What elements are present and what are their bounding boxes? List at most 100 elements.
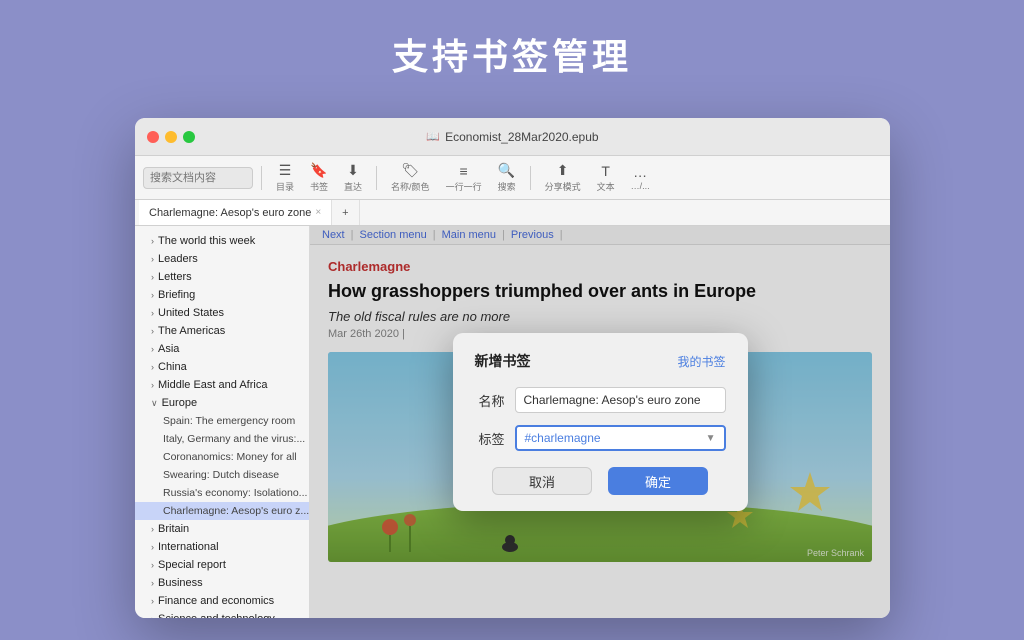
sidebar-item-mideast[interactable]: › Middle East and Africa — [135, 376, 309, 394]
sidebar-item-briefing[interactable]: › Briefing — [135, 286, 309, 304]
sidebar-label-europe-5: Russia's economy: Isolationo... — [163, 487, 307, 499]
sidebar-item-europe-2[interactable]: Italy, Germany and the virus:... — [135, 430, 309, 448]
sidebar-item-special[interactable]: › Special report — [135, 556, 309, 574]
bookmark-icon: 🔖 — [310, 162, 327, 179]
sidebar-item-letters[interactable]: › Letters — [135, 268, 309, 286]
sidebar-item-americas[interactable]: › The Americas — [135, 322, 309, 340]
dialog-tag-label: 标签 — [475, 429, 505, 448]
sidebar-item-asia[interactable]: › Asia — [135, 340, 309, 358]
dialog-overlay: 新增书签 我的书签 名称 标签 #charlemagne ▼ — [310, 226, 890, 618]
main-area: › The world this week › Leaders › Letter… — [135, 226, 890, 618]
sidebar-item-science[interactable]: › Science and technology — [135, 610, 309, 618]
arrow-science: › — [151, 614, 154, 618]
search-icon: 🔍 — [498, 162, 515, 179]
bookmark-dialog: 新增书签 我的书签 名称 标签 #charlemagne ▼ — [453, 333, 748, 511]
sidebar-label-business: Business — [158, 577, 203, 589]
title-bar: 📖 Economist_28Mar2020.epub — [135, 118, 890, 156]
dialog-name-field: 名称 — [475, 387, 726, 413]
arrow-mideast: › — [151, 380, 154, 390]
tab-charlemagne[interactable]: Charlemagne: Aesop's euro zone × — [139, 200, 332, 225]
sidebar-label-special: Special report — [158, 559, 226, 571]
toolbar-btn-goto[interactable]: ⬇ 直达 — [338, 158, 368, 197]
sidebar-item-finance[interactable]: › Finance and economics — [135, 592, 309, 610]
arrow-business: › — [151, 578, 154, 588]
sidebar-label-europe-3: Coronanomics: Money for all — [163, 451, 297, 463]
sidebar-item-europe-6[interactable]: Charlemagne: Aesop's euro z... — [135, 502, 309, 520]
sidebar-item-business[interactable]: › Business — [135, 574, 309, 592]
sidebar-item-europe-4[interactable]: Swearing: Dutch disease — [135, 466, 309, 484]
sidebar-label-americas: The Americas — [158, 325, 225, 337]
toolbar-btn-more[interactable]: … …/... — [625, 160, 656, 195]
dialog-tag-input[interactable]: #charlemagne ▼ — [515, 425, 726, 451]
tab-add-icon: + — [342, 207, 348, 219]
sidebar-item-europe-1[interactable]: Spain: The emergency room — [135, 412, 309, 430]
tab-close-btn[interactable]: × — [315, 207, 321, 218]
toolbar-btn-search[interactable]: 🔍 搜索 — [492, 158, 522, 197]
content-area: Next | Section menu | Main menu | Previo… — [310, 226, 890, 618]
sidebar-item-europe[interactable]: ∨ Europe — [135, 394, 309, 412]
sidebar-item-europe-5[interactable]: Russia's economy: Isolationo... — [135, 484, 309, 502]
window-title: 📖 Economist_28Mar2020.epub — [426, 130, 598, 144]
toc-label: 目录 — [276, 180, 294, 193]
page-title: 支持书签管理 — [0, 0, 1024, 98]
sidebar-label-europe-1: Spain: The emergency room — [163, 415, 295, 427]
sidebar-label-intl: International — [158, 541, 219, 553]
arrow-intl: › — [151, 542, 154, 552]
toolbar-separator-2 — [376, 166, 377, 190]
sidebar-label-letters: Letters — [158, 271, 192, 283]
sidebar-item-us[interactable]: › United States — [135, 304, 309, 322]
toolbar-btn-text[interactable]: T 文本 — [591, 159, 621, 197]
tabs-row: Charlemagne: Aesop's euro zone × + — [135, 200, 890, 226]
dialog-name-input[interactable] — [515, 387, 726, 413]
arrow-special: › — [151, 560, 154, 570]
toolbar-btn-share[interactable]: ⬆ 分享模式 — [539, 158, 587, 197]
tab-label: Charlemagne: Aesop's euro zone — [149, 207, 311, 219]
maximize-button[interactable] — [183, 131, 195, 143]
arrow-china: › — [151, 362, 154, 372]
sidebar-item-intl[interactable]: › International — [135, 538, 309, 556]
search-input[interactable] — [143, 167, 253, 189]
confirm-button[interactable]: 确定 — [608, 467, 708, 495]
arrow-us: › — [151, 308, 154, 318]
sidebar-item-britain[interactable]: › Britain — [135, 520, 309, 538]
sidebar[interactable]: › The world this week › Leaders › Letter… — [135, 226, 310, 618]
more-label: …/... — [631, 181, 650, 191]
dialog-tag-field: 标签 #charlemagne ▼ — [475, 425, 726, 451]
sidebar-item-china[interactable]: › China — [135, 358, 309, 376]
sidebar-label-leaders: Leaders — [158, 253, 198, 265]
minimize-button[interactable] — [165, 131, 177, 143]
dialog-buttons: 取消 确定 — [475, 467, 726, 495]
toolbar-separator — [261, 166, 262, 190]
sidebar-item-europe-3[interactable]: Coronanomics: Money for all — [135, 448, 309, 466]
toolbar-btn-toc[interactable]: ☰ 目录 — [270, 158, 300, 197]
tag-dropdown-icon: ▼ — [706, 433, 716, 444]
arrow-americas: › — [151, 326, 154, 336]
cancel-button[interactable]: 取消 — [492, 467, 592, 495]
sidebar-label-world: The world this week — [158, 235, 255, 247]
dialog-link[interactable]: 我的书签 — [677, 353, 725, 370]
epub-icon: 📖 — [426, 130, 440, 143]
sidebar-label-europe-2: Italy, Germany and the virus:... — [163, 433, 305, 445]
bookmark-label: 书签 — [310, 180, 328, 193]
sidebar-label-us: United States — [158, 307, 224, 319]
toolbar: ☰ 目录 🔖 书签 ⬇ 直达 🏷 名称/颜色 ≡ 一行一行 🔍 搜索 ⬆ 分享模… — [135, 156, 890, 200]
dialog-name-label: 名称 — [475, 391, 505, 410]
arrow-letters: › — [151, 272, 154, 282]
more-icon: … — [633, 164, 647, 180]
sidebar-label-europe-6: Charlemagne: Aesop's euro z... — [163, 505, 309, 517]
toolbar-btn-bookmark[interactable]: 🔖 书签 — [304, 158, 334, 197]
toolbar-btn-name[interactable]: 🏷 名称/颜色 — [385, 158, 436, 197]
sidebar-label-europe-4: Swearing: Dutch disease — [163, 469, 279, 481]
tab-add[interactable]: + — [332, 200, 359, 225]
sidebar-item-world[interactable]: › The world this week — [135, 232, 309, 250]
sidebar-label-asia: Asia — [158, 343, 179, 355]
close-button[interactable] — [147, 131, 159, 143]
toolbar-btn-line[interactable]: ≡ 一行一行 — [440, 159, 488, 197]
dialog-tag-value: #charlemagne — [525, 431, 601, 445]
arrow-asia: › — [151, 344, 154, 354]
goto-label: 直达 — [344, 180, 362, 193]
sidebar-label-briefing: Briefing — [158, 289, 195, 301]
sidebar-item-leaders[interactable]: › Leaders — [135, 250, 309, 268]
arrow-europe: ∨ — [151, 398, 158, 409]
goto-icon: ⬇ — [347, 162, 359, 179]
